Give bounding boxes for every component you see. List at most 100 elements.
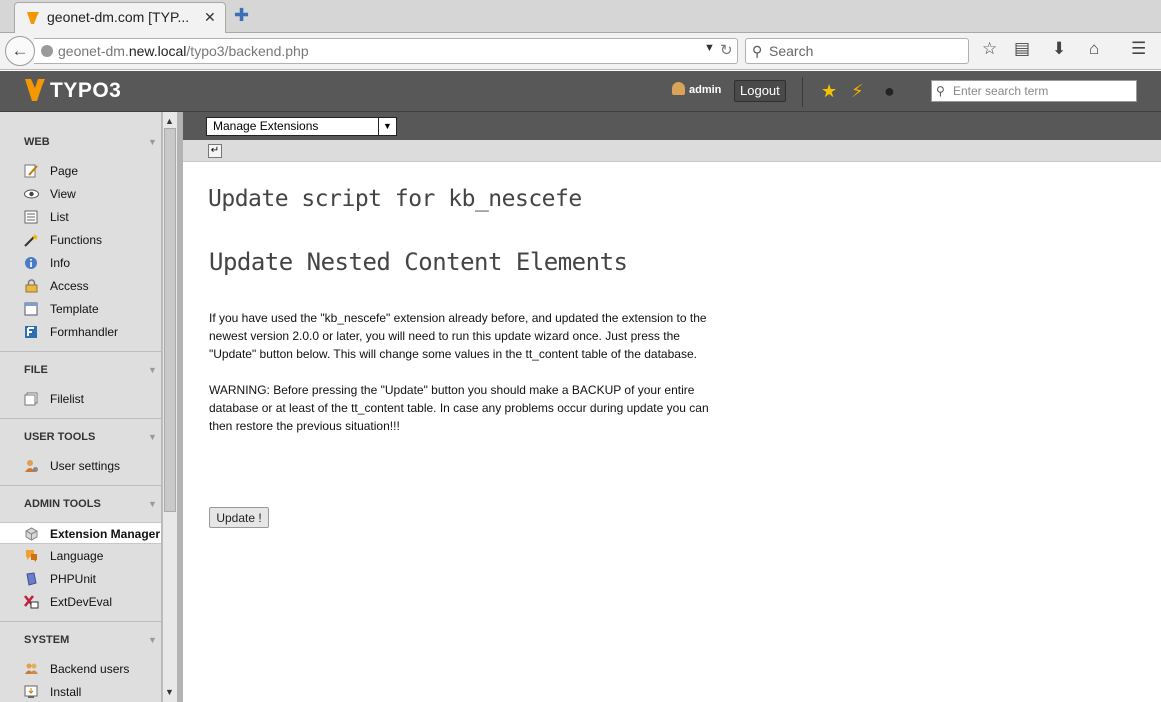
phpunit-icon xyxy=(26,572,37,586)
clear-cache-lightning-icon[interactable]: ⚡ xyxy=(851,81,864,102)
home-icon[interactable]: ⌂ xyxy=(1089,39,1099,59)
close-tab-icon[interactable]: ✕ xyxy=(204,9,216,26)
page-title: Update script for kb_nescefe xyxy=(208,186,582,212)
menu-item-label: List xyxy=(50,210,69,224)
menu-item-label: Filelist xyxy=(50,392,85,406)
typo3-topbar: TYPO3 admin Logout ★ ⚡ ● ⚲ Enter search … xyxy=(0,71,1161,112)
update-description: If you have used the "kb_nescefe" extens… xyxy=(209,311,707,361)
menu-item-access[interactable]: Access xyxy=(0,275,161,297)
username: admin xyxy=(689,84,722,96)
collapse-arrow-icon[interactable]: ▼ xyxy=(148,427,157,447)
menu-item-extension-manager[interactable]: Extension Manager xyxy=(0,522,161,544)
collapse-arrow-icon[interactable]: ▼ xyxy=(148,494,157,514)
eye-icon xyxy=(24,189,39,199)
menu-item-extdeveval[interactable]: ExtDevEval xyxy=(0,591,161,613)
menu-item-label: Functions xyxy=(50,233,103,247)
menu-item-label: View xyxy=(50,187,76,201)
return-icon[interactable]: ↵ xyxy=(208,144,222,158)
menu-item-info[interactable]: Info xyxy=(0,252,161,274)
browser-search-input[interactable]: ⚲ Search xyxy=(745,38,969,64)
scrollbar-thumb[interactable] xyxy=(164,128,176,512)
browser-tab[interactable]: geonet-dm.com [TYP... ✕ xyxy=(14,2,226,33)
menu-group-label: USER TOOLS xyxy=(24,431,96,443)
collapse-arrow-icon[interactable]: ▼ xyxy=(148,630,157,650)
menu-item-label: Info xyxy=(50,256,71,270)
typo3-search-field[interactable]: ⚲ Enter search term xyxy=(931,80,1137,102)
menu-group-admin-tools[interactable]: ADMIN TOOLS ▼ xyxy=(0,494,161,514)
menu-divider xyxy=(0,418,161,419)
menu-group-system[interactable]: SYSTEM ▼ xyxy=(0,630,161,650)
menu-item-language[interactable]: Language xyxy=(0,545,161,567)
wand-icon xyxy=(24,234,38,247)
url-history-dropdown-icon[interactable]: ▼ xyxy=(704,42,715,54)
scroll-up-arrow-icon[interactable]: ▲ xyxy=(165,116,174,126)
browser-search-placeholder: Search xyxy=(769,43,814,59)
menu-item-list[interactable]: List xyxy=(0,206,161,228)
menu-item-formhandler[interactable]: Formhandler xyxy=(0,321,161,343)
menu-group-web[interactable]: WEB ▼ xyxy=(0,132,161,152)
menu-group-label: ADMIN TOOLS xyxy=(24,498,101,510)
reload-icon[interactable]: ↻ xyxy=(720,41,733,59)
typo3-logo-text: TYPO3 xyxy=(50,79,122,102)
menu-item-install[interactable]: Install xyxy=(0,681,161,702)
info-icon xyxy=(25,257,37,269)
collapse-arrow-icon[interactable]: ▼ xyxy=(148,360,157,380)
reading-list-icon[interactable]: ▤ xyxy=(1014,39,1030,59)
new-tab-icon[interactable]: ✚ xyxy=(234,5,249,26)
menu-item-phpunit[interactable]: PHPUnit xyxy=(0,568,161,590)
menu-group-file[interactable]: FILE ▼ xyxy=(0,360,161,380)
menu-item-page[interactable]: Page xyxy=(0,160,161,182)
menu-group-label: WEB xyxy=(24,136,50,148)
module-menu-scrollbar[interactable]: ▲ ▼ xyxy=(162,112,177,702)
menu-divider xyxy=(0,621,161,622)
module-menu: WEB ▼ Page View List Functions Info Acce… xyxy=(0,112,162,702)
menu-group-user-tools[interactable]: USER TOOLS ▼ xyxy=(0,427,161,447)
function-menu-select[interactable]: Manage Extensions ▼ xyxy=(206,117,397,136)
lock-icon xyxy=(25,279,38,293)
list-icon xyxy=(24,210,38,224)
logout-button[interactable]: Logout xyxy=(734,80,786,102)
collapse-arrow-icon[interactable]: ▼ xyxy=(148,132,157,152)
menu-hamburger-icon[interactable]: ☰ xyxy=(1131,39,1146,59)
browser-nav-bar: geonet-dm.new.local/typo3/backend.php ▼ … xyxy=(0,33,1161,70)
filelist-icon xyxy=(24,392,38,406)
menu-item-label: Language xyxy=(50,549,104,563)
search-icon: ⚲ xyxy=(752,43,763,59)
system-information-icon[interactable]: ● xyxy=(884,81,895,102)
menu-item-user-settings[interactable]: User settings xyxy=(0,455,161,477)
menu-item-label: User settings xyxy=(50,459,121,473)
tab-title: geonet-dm.com [TYP... xyxy=(47,9,190,25)
template-icon xyxy=(24,302,38,316)
menu-item-label: Backend users xyxy=(50,662,130,676)
topbar-divider xyxy=(802,77,803,107)
language-icon xyxy=(26,550,37,562)
menu-item-filelist[interactable]: Filelist xyxy=(0,388,161,410)
menu-item-backend-users[interactable]: Backend users xyxy=(0,658,161,680)
bookmarks-star-icon[interactable]: ★ xyxy=(821,81,837,102)
menu-item-view[interactable]: View xyxy=(0,183,161,205)
backup-warning: WARNING: Before pressing the "Update" bu… xyxy=(209,383,709,433)
browser-tab-bar: geonet-dm.com [TYP... ✕ ✚ xyxy=(0,0,1161,33)
search-icon: ⚲ xyxy=(936,84,945,98)
backend-users-icon xyxy=(25,663,38,674)
scroll-down-arrow-icon[interactable]: ▼ xyxy=(165,687,174,697)
back-button[interactable]: ← xyxy=(5,36,35,66)
menu-group-label: FILE xyxy=(24,364,48,376)
user-menu[interactable]: admin xyxy=(672,82,721,96)
site-identity-icon[interactable] xyxy=(41,45,53,57)
downloads-icon[interactable]: ⬇ xyxy=(1052,39,1066,59)
menu-item-label: ExtDevEval xyxy=(50,595,113,609)
menu-item-label: Install xyxy=(50,685,82,699)
menu-item-functions[interactable]: Functions xyxy=(0,229,161,251)
menu-item-template[interactable]: Template xyxy=(0,298,161,320)
chevron-down-icon[interactable]: ▼ xyxy=(378,118,396,135)
url-bar[interactable]: geonet-dm.new.local/typo3/backend.php ▼ … xyxy=(34,38,738,64)
menu-item-label: Template xyxy=(50,302,99,316)
url-text[interactable]: geonet-dm.new.local/typo3/backend.php xyxy=(58,43,309,59)
typo3-logo-icon xyxy=(25,79,45,101)
update-button[interactable]: Update ! xyxy=(209,507,269,528)
user-settings-icon xyxy=(25,460,38,472)
bookmark-star-icon[interactable]: ☆ xyxy=(982,39,997,59)
typo3-search-placeholder: Enter search term xyxy=(953,84,1049,98)
page-edit-icon xyxy=(24,164,38,178)
